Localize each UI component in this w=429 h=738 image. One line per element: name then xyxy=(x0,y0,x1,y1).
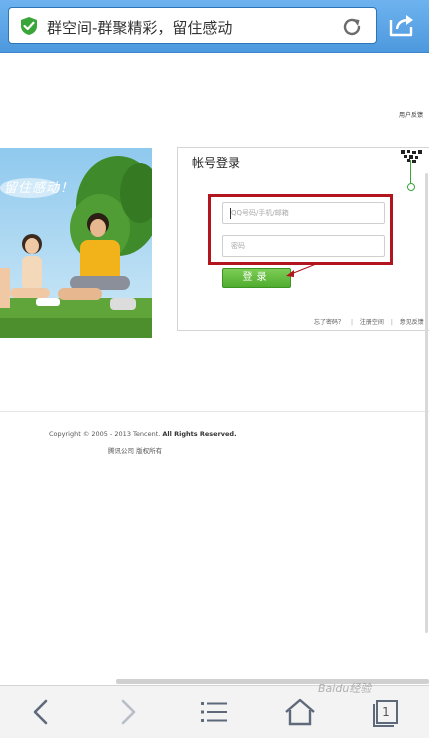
password-input[interactable]: 密码 xyxy=(222,235,385,257)
login-title: 帐号登录 xyxy=(192,156,241,170)
annotation-arrow-icon xyxy=(286,263,317,277)
copyright-rights: All Rights Reserved. xyxy=(162,430,237,438)
forgot-password-link[interactable]: 忘了密码？ xyxy=(314,319,344,326)
browser-topbar: 群空间-群聚精彩，留住感动 xyxy=(0,0,429,53)
tab-count: 1 xyxy=(382,705,390,719)
page-title: 群空间-群聚精彩，留住感动 xyxy=(47,19,233,37)
register-link[interactable]: 注册空间 xyxy=(360,319,384,326)
login-links: 忘了密码？ | 注册空间 | 意见反馈 xyxy=(314,317,429,326)
login-button[interactable]: 登录 xyxy=(222,268,291,288)
copyright-text: Copyright © 2005 - 2013 Tencent. All Rig… xyxy=(49,430,237,438)
user-feedback-link[interactable]: 用户反馈 xyxy=(399,110,423,119)
banner-slogan: 留住感动！ xyxy=(4,181,75,196)
browser-toolbar: 1 xyxy=(0,685,429,738)
tabs-button[interactable]: 1 xyxy=(366,695,406,729)
vertical-scrollbar[interactable] xyxy=(425,173,428,633)
text-cursor xyxy=(230,208,231,219)
forward-icon[interactable] xyxy=(107,695,147,729)
menu-icon[interactable] xyxy=(194,695,234,729)
home-icon[interactable] xyxy=(280,695,320,729)
shield-check-icon xyxy=(21,17,37,35)
page-content: 用户反馈 留住感动！ 帐号登录 QQ号码/手机/邮箱 密码 登录 忘了密码？ |… xyxy=(0,53,429,685)
banner-image: 留住感动！ xyxy=(0,148,152,338)
username-input[interactable]: QQ号码/手机/邮箱 xyxy=(222,202,385,224)
copyright-prefix: Copyright © 2005 - 2013 Tencent. xyxy=(49,430,161,438)
qr-connector-line xyxy=(410,160,411,184)
address-bar[interactable]: 群空间-群聚精彩，留住感动 xyxy=(8,7,377,44)
share-icon[interactable] xyxy=(388,12,416,38)
link-separator: | xyxy=(350,319,353,326)
qr-code-icon[interactable] xyxy=(399,149,423,163)
feedback-link[interactable]: 意见反馈 xyxy=(400,319,424,326)
link-separator: | xyxy=(390,319,393,326)
horizontal-scrollbar[interactable] xyxy=(116,679,429,684)
qr-connector-dot xyxy=(407,183,415,191)
footer-divider xyxy=(0,411,429,412)
reload-icon[interactable] xyxy=(340,15,364,39)
back-icon[interactable] xyxy=(22,695,62,729)
company-text: 腾讯公司 版权所有 xyxy=(108,447,163,455)
